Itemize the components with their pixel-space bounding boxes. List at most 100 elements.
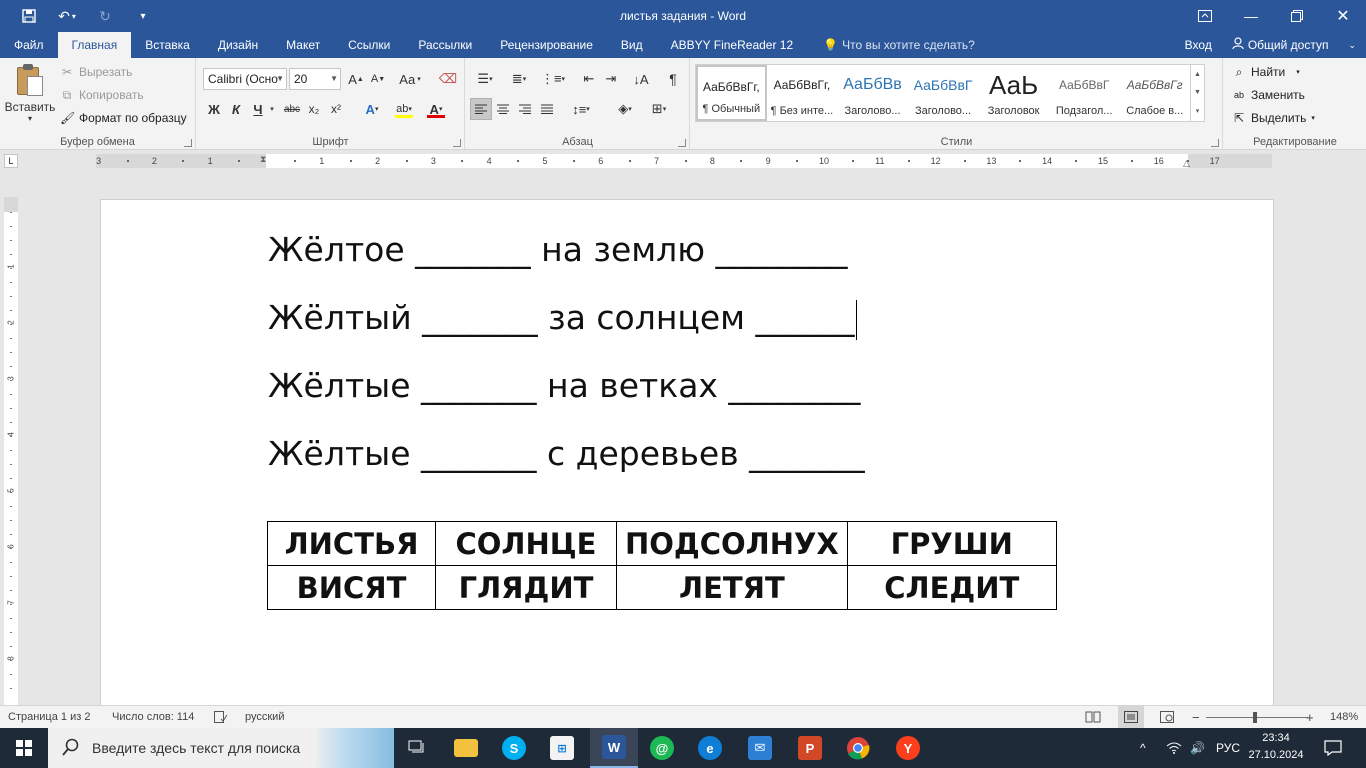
table-cell[interactable]: ВИСЯТ xyxy=(267,565,436,610)
word-taskbar-icon[interactable]: W xyxy=(590,728,638,768)
input-language[interactable]: РУС xyxy=(1216,728,1240,768)
doc-line-2[interactable]: Жёлтый _______ за солнцем ______ xyxy=(268,284,865,352)
yandex-browser-icon[interactable]: Y xyxy=(884,728,932,768)
increase-indent-button[interactable]: ⇥ xyxy=(600,68,622,90)
show-hidden-icons[interactable]: ^ xyxy=(1140,728,1146,768)
table-cell[interactable]: ГРУШИ xyxy=(846,521,1057,566)
tab-file[interactable]: Файл xyxy=(0,32,58,58)
start-button[interactable] xyxy=(0,728,48,768)
save-icon[interactable] xyxy=(12,0,46,32)
tab-design[interactable]: Дизайн xyxy=(204,32,272,58)
table-cell[interactable]: ЛИСТЬЯ xyxy=(267,521,436,566)
edge-icon[interactable]: e xyxy=(686,728,734,768)
select-button[interactable]: ⇱ Выделить ▾ xyxy=(1232,108,1315,128)
zoom-slider-thumb[interactable] xyxy=(1252,712,1257,723)
font-color-button[interactable]: A ▾ xyxy=(423,98,449,120)
clipboard-launcher-icon[interactable] xyxy=(184,139,192,147)
paragraph-launcher-icon[interactable] xyxy=(678,139,686,147)
tab-insert[interactable]: Вставка xyxy=(131,32,204,58)
document-page[interactable]: Жёлтое _______ на землю ________ Жёлтый … xyxy=(100,199,1274,705)
tab-selector[interactable]: L xyxy=(4,154,18,168)
superscript-button[interactable]: x² xyxy=(325,98,347,120)
horizontal-ruler[interactable]: ⧗ △ 3 2 1 1 2 3 4 5 6 7 8 9 10 11 12 13 14 15 16 17 xyxy=(96,154,1272,168)
taskbar-search[interactable]: Введите здесь текст для поиска xyxy=(48,728,394,768)
doc-line-1[interactable]: Жёлтое _______ на землю ________ xyxy=(268,216,865,284)
paste-button[interactable]: Вставить ▾ xyxy=(4,62,56,124)
messenger-icon[interactable]: @ xyxy=(638,728,686,768)
change-case-button[interactable]: Aa ▾ xyxy=(395,68,425,90)
sort-button[interactable]: ↓A xyxy=(630,68,652,90)
share-button[interactable]: Общий доступ xyxy=(1222,32,1339,58)
undo-icon[interactable]: ↶ ▾ xyxy=(50,0,84,32)
chevron-up-icon[interactable]: ▲ xyxy=(1194,71,1201,78)
ribbon-display-options-icon[interactable] xyxy=(1182,0,1228,32)
copy-button[interactable]: ⧉ Копировать xyxy=(60,85,144,105)
file-explorer-icon[interactable] xyxy=(442,728,490,768)
style-heading-1[interactable]: АаБбВв Заголово... xyxy=(837,65,908,121)
style-subtitle[interactable]: АаБбВвГ Подзагол... xyxy=(1049,65,1120,121)
tab-abbyy[interactable]: ABBYY FineReader 12 xyxy=(657,32,808,58)
signin-link[interactable]: Вход xyxy=(1175,32,1222,58)
shrink-font-button[interactable]: A ▼ xyxy=(367,68,389,90)
multilevel-list-button[interactable]: ⋮≡ ▾ xyxy=(538,68,568,90)
print-layout-icon[interactable] xyxy=(1118,706,1144,729)
format-painter-button[interactable]: 🖌 Формат по образцу xyxy=(60,108,187,128)
read-mode-icon[interactable] xyxy=(1085,706,1101,729)
collapse-ribbon-icon[interactable]: ⌄ xyxy=(1338,32,1366,58)
replace-button[interactable]: ab Заменить xyxy=(1232,85,1305,105)
proofing-icon[interactable] xyxy=(214,706,228,729)
italic-button[interactable]: К xyxy=(225,98,247,120)
more-styles-icon[interactable]: ▾ xyxy=(1196,107,1200,115)
tab-references[interactable]: Ссылки xyxy=(334,32,404,58)
tab-layout[interactable]: Макет xyxy=(272,32,334,58)
mail-icon[interactable]: ✉ xyxy=(736,728,784,768)
tab-review[interactable]: Рецензирование xyxy=(486,32,607,58)
clock[interactable]: 23:34 27.10.2024 xyxy=(1246,730,1306,764)
table-cell[interactable]: ЛЕТЯТ xyxy=(616,565,848,610)
minimize-icon[interactable]: — xyxy=(1228,0,1274,32)
font-launcher-icon[interactable] xyxy=(453,139,461,147)
network-icon[interactable] xyxy=(1166,728,1182,768)
align-center-button[interactable] xyxy=(492,98,514,120)
tab-view[interactable]: Вид xyxy=(607,32,657,58)
table-cell[interactable]: ПОДСОЛНУХ xyxy=(616,521,848,566)
style-heading-2[interactable]: АаБбВвГ Заголово... xyxy=(908,65,979,121)
web-layout-icon[interactable] xyxy=(1160,706,1174,729)
table-cell[interactable]: СЛЕДИТ xyxy=(846,565,1057,610)
powerpoint-icon[interactable]: P xyxy=(786,728,834,768)
table-cell[interactable]: ГЛЯДИТ xyxy=(435,565,617,610)
task-view-icon[interactable] xyxy=(394,728,442,768)
underline-dropdown-icon[interactable]: ▾ xyxy=(267,98,277,120)
page-counter[interactable]: Страница 1 из 2 xyxy=(8,706,90,729)
document-area[interactable]: Жёлтое _______ на землю ________ Жёлтый … xyxy=(22,172,1366,705)
borders-button[interactable]: ⊞ ▾ xyxy=(644,98,674,120)
find-button[interactable]: ⌕ Найти ▾ xyxy=(1232,62,1300,82)
tell-me-box[interactable]: 💡 Что вы хотите сделать? xyxy=(807,32,989,58)
decrease-indent-button[interactable]: ⇤ xyxy=(578,68,600,90)
word-count[interactable]: Число слов: 114 xyxy=(112,706,194,729)
doc-line-3[interactable]: Жёлтые _______ на ветках ________ xyxy=(268,352,865,420)
show-formatting-marks-button[interactable]: ¶ xyxy=(662,68,684,90)
volume-icon[interactable]: 🔊 xyxy=(1190,728,1205,768)
font-size-combo[interactable]: 20 ▼ xyxy=(289,68,341,90)
tab-mailings[interactable]: Рассылки xyxy=(404,32,486,58)
style-no-spacing[interactable]: АаБбВвГг, ¶ Без инте... xyxy=(767,65,838,121)
close-icon[interactable]: ✕ xyxy=(1320,0,1366,32)
cut-button[interactable]: ✂ Вырезать xyxy=(60,62,132,82)
table-cell[interactable]: СОЛНЦЕ xyxy=(435,521,617,566)
tab-home[interactable]: Главная xyxy=(57,32,132,58)
numbering-button[interactable]: ≣ ▾ xyxy=(504,68,534,90)
grow-font-button[interactable]: A ▲ xyxy=(345,68,367,90)
zoom-level[interactable]: 148% xyxy=(1330,706,1358,729)
chevron-down-icon[interactable]: ▼ xyxy=(1194,89,1201,96)
notifications-icon[interactable] xyxy=(1324,728,1342,768)
highlight-button[interactable]: ab ▾ xyxy=(391,98,417,120)
underline-button[interactable]: Ч xyxy=(247,98,269,120)
strikethrough-button[interactable]: abc xyxy=(281,98,303,120)
skype-icon[interactable]: S xyxy=(490,728,538,768)
style-subtle-emphasis[interactable]: АаБбВвГг Слабое в... xyxy=(1119,65,1190,121)
indent-marker-icon[interactable]: ⧗ xyxy=(260,154,266,165)
doc-line-4[interactable]: Жёлтые _______ с деревьев _______ xyxy=(268,420,865,488)
bold-button[interactable]: Ж xyxy=(203,98,225,120)
zoom-slider[interactable] xyxy=(1206,717,1308,718)
